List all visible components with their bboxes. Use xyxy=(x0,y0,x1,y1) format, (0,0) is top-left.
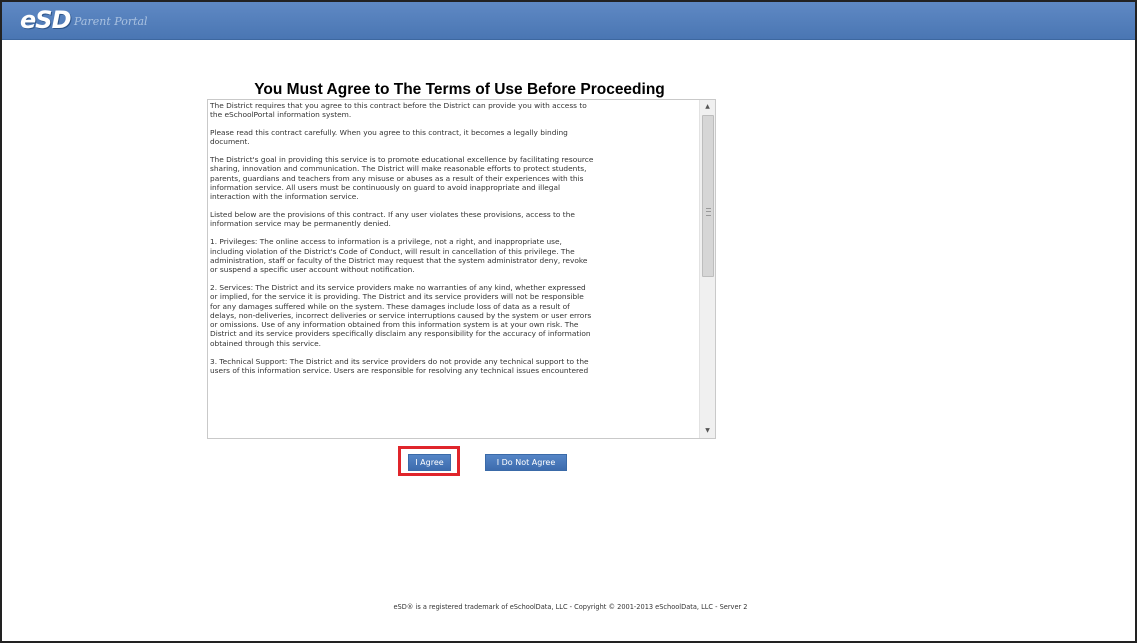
terms-paragraph: 2. Services: The District and its servic… xyxy=(210,282,592,348)
terms-paragraph: 1. Privileges: The online access to info… xyxy=(210,237,588,275)
terms-paragraph: The District's goal in providing this se… xyxy=(210,155,594,202)
scroll-down-arrow-icon[interactable]: ▼ xyxy=(700,424,715,438)
terms-paragraph: 3. Technical Support: The District and i… xyxy=(210,356,589,375)
portal-name: Parent Portal xyxy=(74,15,148,28)
grip-icon xyxy=(706,208,711,216)
terms-text: The District requires that you agree to … xyxy=(210,101,692,384)
agree-button[interactable]: I Agree xyxy=(408,454,451,471)
terms-scrollbar[interactable]: ▲ ▼ xyxy=(699,100,715,438)
page-title: You Must Agree to The Terms of Use Befor… xyxy=(254,81,665,98)
scroll-up-arrow-icon[interactable]: ▲ xyxy=(700,100,715,114)
terms-paragraph: Please read this contract carefully. Whe… xyxy=(210,128,568,147)
scroll-thumb[interactable] xyxy=(702,115,714,277)
page-frame: eSD Parent Portal You Must Agree to The … xyxy=(0,0,1137,643)
terms-of-use-box[interactable]: The District requires that you agree to … xyxy=(207,99,716,439)
terms-paragraph: The District requires that you agree to … xyxy=(210,101,587,120)
portal-header: eSD Parent Portal xyxy=(2,2,1135,40)
disagree-button[interactable]: I Do Not Agree xyxy=(485,454,567,471)
terms-paragraph: Listed below are the provisions of this … xyxy=(210,210,575,229)
esd-logo[interactable]: eSD xyxy=(20,6,71,34)
footer-copyright: eSD® is a registered trademark of eSchoo… xyxy=(393,603,748,611)
